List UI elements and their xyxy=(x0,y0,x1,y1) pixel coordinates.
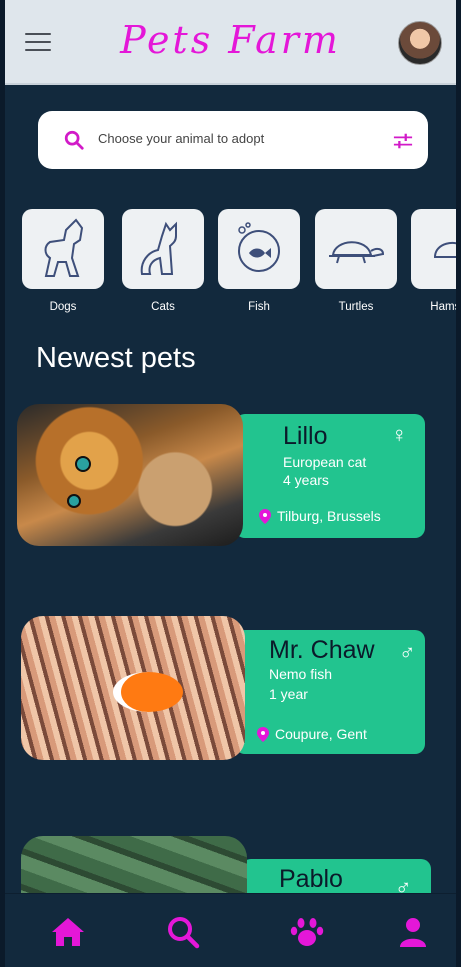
nav-profile[interactable] xyxy=(393,914,433,950)
cat-eye xyxy=(75,456,91,472)
category-label: Cats xyxy=(151,301,175,313)
dog-icon xyxy=(44,218,84,277)
pet-location-text: Tilburg, Brussels xyxy=(277,508,381,524)
search-bar[interactable]: Choose your animal to adopt xyxy=(38,111,428,169)
category-tile[interactable] xyxy=(218,209,300,289)
category-turtles[interactable]: Turtles xyxy=(315,209,397,313)
top-bar: Pets Farm xyxy=(5,0,456,85)
app-title: Pets Farm xyxy=(120,18,341,62)
avatar[interactable] xyxy=(398,21,442,65)
section-title: Newest pets xyxy=(36,342,196,374)
pet-location: Tilburg, Brussels xyxy=(259,508,381,524)
hamster-icon xyxy=(433,241,456,258)
female-gender-icon: ♀ xyxy=(391,422,408,447)
fishbowl-icon xyxy=(238,222,280,272)
category-tile[interactable] xyxy=(122,209,204,289)
nav-home[interactable] xyxy=(48,914,88,950)
pet-location: Coupure, Gent xyxy=(257,726,367,742)
category-label: Turtles xyxy=(338,301,374,313)
category-label: Hamster xyxy=(430,301,461,313)
pet-breed: Nemo fish xyxy=(269,666,333,682)
category-tile[interactable] xyxy=(315,209,397,289)
nav-pets[interactable] xyxy=(287,914,327,950)
search-icon xyxy=(64,130,84,150)
search-icon xyxy=(168,917,200,949)
cat-eye xyxy=(67,494,81,508)
category-tile[interactable] xyxy=(411,209,456,289)
turtle-icon xyxy=(329,241,385,264)
pet-age: 1 year xyxy=(269,686,308,702)
male-gender-icon: ♂ xyxy=(399,640,416,665)
category-cats[interactable]: Cats xyxy=(122,209,204,313)
location-pin-icon xyxy=(257,726,269,742)
category-tile[interactable] xyxy=(22,209,104,289)
category-label: Fish xyxy=(248,301,270,313)
pet-photo[interactable] xyxy=(21,616,245,760)
home-icon xyxy=(52,918,84,946)
pet-breed: European cat xyxy=(283,454,367,470)
pet-name: Lillo xyxy=(283,422,328,450)
app-frame: Pets Farm Choose your animal to adopt Do… xyxy=(0,0,461,967)
cat-icon xyxy=(140,221,177,275)
pet-name: Pablo xyxy=(279,865,343,893)
category-dogs[interactable]: Dogs xyxy=(22,209,104,313)
filter-icon[interactable] xyxy=(392,131,414,151)
category-fish[interactable]: Fish xyxy=(218,209,300,313)
category-hamster[interactable]: Hamster xyxy=(411,209,461,313)
pet-name: Mr. Chaw xyxy=(269,636,375,664)
pet-age: 4 years xyxy=(283,472,329,488)
category-label: Dogs xyxy=(49,301,77,313)
location-pin-icon xyxy=(259,508,271,524)
pet-photo[interactable] xyxy=(17,404,243,546)
clownfish xyxy=(113,672,183,712)
nav-search[interactable] xyxy=(163,914,203,950)
pet-info[interactable]: Lillo ♀ European cat 4 years Tilburg, Br… xyxy=(235,414,425,538)
category-list: Dogs Cats Fish Turtles Hams xyxy=(22,209,461,319)
pet-location-text: Coupure, Gent xyxy=(275,726,367,742)
paw-icon xyxy=(290,918,324,946)
bottom-nav xyxy=(5,893,456,967)
user-icon xyxy=(400,918,426,947)
pet-info[interactable]: Mr. Chaw ♂ Nemo fish 1 year Coupure, Gen… xyxy=(235,630,425,754)
search-input[interactable]: Choose your animal to adopt xyxy=(98,131,264,146)
